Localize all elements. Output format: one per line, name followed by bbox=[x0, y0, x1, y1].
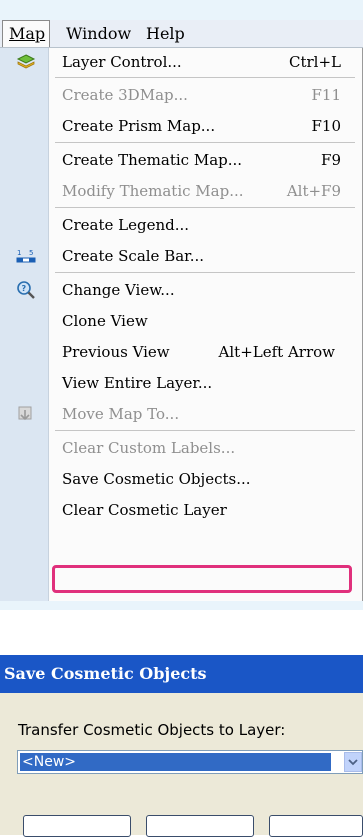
menu-item-shortcut: Alt+Left Arrow bbox=[218, 343, 335, 361]
menu-separator bbox=[55, 142, 355, 143]
menu-help-label: Help bbox=[146, 24, 185, 43]
menu-item-label: Create Prism Map... bbox=[62, 117, 216, 135]
svg-text:5: 5 bbox=[29, 249, 33, 257]
menu-item-previous-view[interactable]: Previous View Alt+Left Arrow bbox=[0, 338, 363, 367]
dialog-button-3[interactable] bbox=[269, 815, 363, 837]
dialog-button-1[interactable] bbox=[23, 815, 131, 837]
save-cosmetic-dialog: Transfer Cosmetic Objects to Layer: <New… bbox=[0, 693, 363, 837]
layer-select[interactable]: <New> bbox=[17, 750, 363, 774]
menu-separator bbox=[55, 430, 355, 431]
menu-item-view-entire-layer[interactable]: View Entire Layer... bbox=[0, 369, 363, 398]
menu-bar: Map Window Help bbox=[0, 20, 363, 48]
transfer-layer-label: Transfer Cosmetic Objects to Layer: bbox=[18, 721, 286, 739]
menu-item-label: View Entire Layer... bbox=[62, 374, 213, 392]
menu-item-label: Previous View bbox=[62, 343, 170, 361]
menu-item-create-legend[interactable]: Create Legend... bbox=[0, 211, 363, 240]
menu-item-shortcut: F10 bbox=[311, 117, 342, 135]
menu-map-label: Map bbox=[9, 24, 46, 43]
menu-item-label: Clear Custom Labels... bbox=[62, 439, 236, 457]
layer-stack-icon bbox=[16, 52, 36, 72]
menu-separator bbox=[55, 272, 355, 273]
menu-item-shortcut: Alt+F9 bbox=[286, 182, 341, 200]
magnifier-icon: ? bbox=[16, 280, 36, 300]
menu-item-label: Create Thematic Map... bbox=[62, 151, 243, 169]
menu-help[interactable]: Help bbox=[146, 24, 185, 43]
svg-text:1: 1 bbox=[17, 249, 21, 257]
menu-window[interactable]: Window bbox=[66, 24, 131, 43]
menu-separator bbox=[55, 207, 355, 208]
menu-item-clone-view[interactable]: Clone View bbox=[0, 307, 363, 336]
menu-item-clear-cosmetic-layer[interactable]: Clear Cosmetic Layer bbox=[0, 496, 363, 525]
move-map-icon bbox=[16, 404, 36, 424]
highlight-box bbox=[52, 565, 352, 593]
menu-item-change-view[interactable]: ? Change View... bbox=[0, 276, 363, 305]
menu-item-label: Change View... bbox=[62, 281, 175, 299]
dialog-button-2[interactable] bbox=[146, 815, 254, 837]
scale-bar-icon: 1 5 bbox=[16, 246, 36, 266]
menu-item-label: Clear Cosmetic Layer bbox=[62, 501, 227, 519]
menu-map[interactable]: Map bbox=[2, 20, 50, 47]
menu-separator bbox=[55, 77, 355, 78]
menu-item-save-cosmetic-objects[interactable]: Save Cosmetic Objects... bbox=[0, 465, 363, 494]
menu-item-label: Create 3DMap... bbox=[62, 86, 188, 104]
dialog-title: Save Cosmetic Objects bbox=[4, 664, 207, 683]
menu-item-create-scale-bar[interactable]: 1 5 Create Scale Bar... bbox=[0, 242, 363, 271]
menu-item-label: Create Scale Bar... bbox=[62, 247, 204, 265]
menu-item-label: Move Map To... bbox=[62, 405, 180, 423]
menu-item-label: Create Legend... bbox=[62, 216, 190, 234]
layer-select-value: <New> bbox=[20, 753, 331, 771]
menu-item-modify-thematic-map[interactable]: Modify Thematic Map... Alt+F9 bbox=[0, 177, 363, 206]
menu-item-create-thematic-map[interactable]: Create Thematic Map... F9 bbox=[0, 146, 363, 175]
menu-item-create-prism-map[interactable]: Create Prism Map... F10 bbox=[0, 112, 363, 141]
menu-item-move-map-to[interactable]: Move Map To... bbox=[0, 400, 363, 429]
menu-item-label: Modify Thematic Map... bbox=[62, 182, 244, 200]
menu-item-layer-control[interactable]: Layer Control... Ctrl+L bbox=[0, 48, 363, 77]
menu-item-label: Save Cosmetic Objects... bbox=[62, 470, 251, 488]
menu-item-shortcut: F9 bbox=[321, 151, 341, 169]
menu-item-shortcut: F11 bbox=[311, 86, 342, 104]
menu-item-clear-custom-labels[interactable]: Clear Custom Labels... bbox=[0, 434, 363, 463]
svg-text:?: ? bbox=[22, 284, 27, 293]
menu-item-label: Layer Control... bbox=[62, 53, 182, 71]
dialog-title-bar: Save Cosmetic Objects bbox=[0, 655, 363, 693]
menu-window-label: Window bbox=[66, 24, 132, 43]
dropdown-arrow-button[interactable] bbox=[344, 752, 362, 772]
menu-item-create-3dmap[interactable]: Create 3DMap... F11 bbox=[0, 81, 363, 110]
map-dropdown-menu: Layer Control... Ctrl+L Create 3DMap... … bbox=[0, 48, 363, 601]
chevron-down-icon bbox=[348, 759, 358, 766]
menu-item-shortcut: Ctrl+L bbox=[288, 53, 341, 71]
menu-item-label: Clone View bbox=[62, 312, 148, 330]
